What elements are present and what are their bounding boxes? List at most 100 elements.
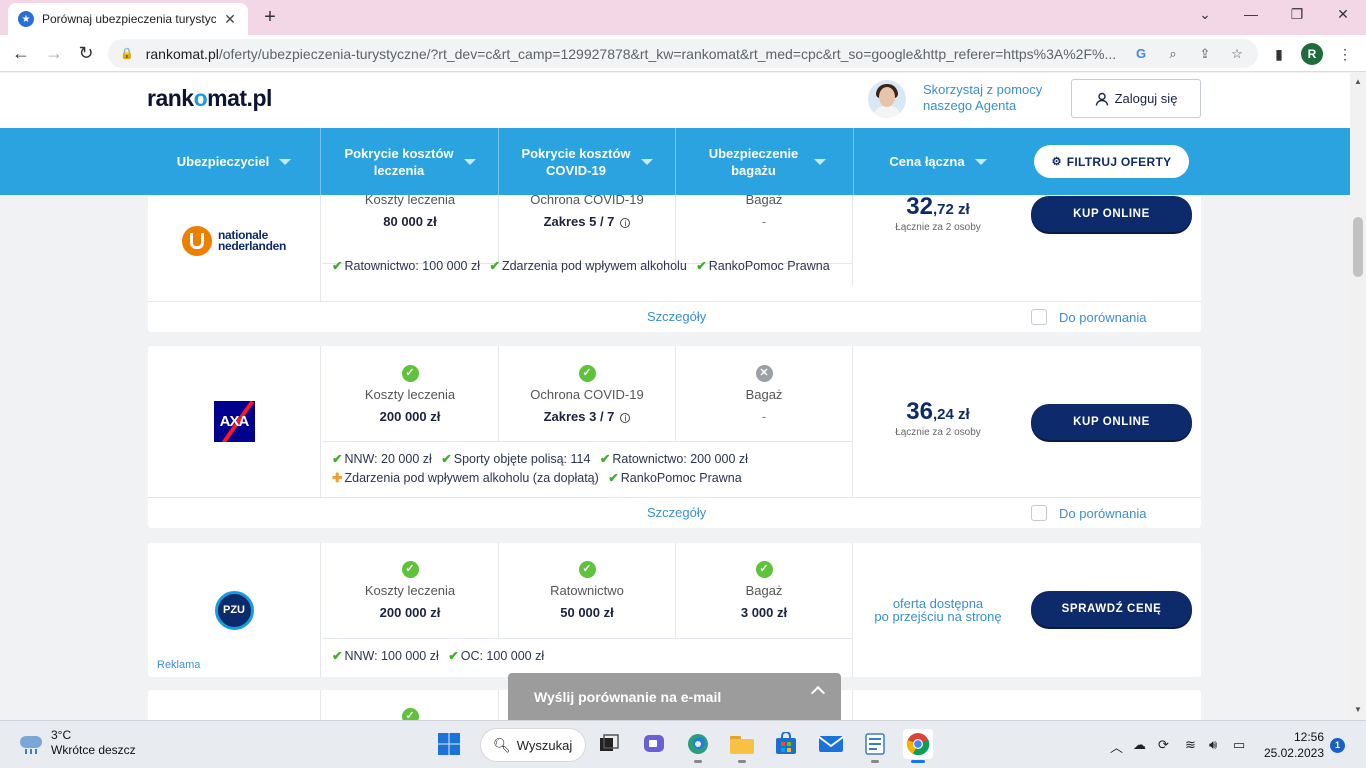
minimize-button[interactable]: —: [1236, 6, 1266, 22]
covid-scope: Zakres 5 / 7: [543, 214, 615, 229]
running-indicator: [871, 760, 879, 763]
new-tab-button[interactable]: +: [258, 6, 282, 30]
edge-browser-button[interactable]: [683, 729, 713, 763]
page-viewport: nationalenederlanden ✓ Koszty leczenia 8…: [0, 73, 1350, 720]
coverage-medical: ✓ Koszty leczenia 200 000 zł: [322, 543, 499, 639]
browser-tab[interactable]: ★ Porównaj ubezpieczenia turystyc ✕: [8, 3, 248, 35]
volume-icon[interactable]: 🔊︎: [1209, 737, 1217, 753]
file-explorer-button[interactable]: [727, 729, 757, 763]
folder-icon: [730, 736, 754, 754]
coverage-label: Ratownictwo: [550, 583, 624, 598]
chevron-up-icon[interactable]: [810, 685, 826, 701]
menu-dots-icon[interactable]: ⋮: [1334, 43, 1356, 65]
agent-help-link[interactable]: Skorzystaj z pomocy naszego Agenta: [923, 82, 1042, 114]
lock-icon: 🔒: [120, 48, 134, 60]
google-lens-icon[interactable]: G: [1132, 46, 1150, 61]
taskbar-search[interactable]: 🔍︎ Wyszukaj: [480, 728, 586, 762]
check-icon: ✔: [448, 649, 459, 663]
sort-caret-icon: [464, 158, 476, 165]
system-clock[interactable]: 12:56 25.02.2023: [1262, 729, 1324, 761]
rankomat-logo[interactable]: rankomat.pl: [147, 85, 272, 112]
share-icon[interactable]: ⇪: [1196, 46, 1214, 62]
check-icon: ✔: [608, 471, 619, 485]
url-host: rankomat.pl: [145, 45, 219, 62]
bookmark-star-icon[interactable]: ☆: [1228, 46, 1246, 62]
agent-avatar[interactable]: [868, 80, 906, 118]
check-price-button[interactable]: SPRAWDŹ CENĘ: [1031, 591, 1192, 627]
feature-item: ✔ NNW: 100 000 zł: [332, 649, 439, 663]
scroll-thumb[interactable]: [1353, 217, 1363, 277]
forward-arrow-icon[interactable]: →: [43, 42, 65, 64]
show-hidden-icons-chevron-icon[interactable]: ︿: [1110, 737, 1123, 756]
mail-button[interactable]: [816, 729, 846, 759]
reload-icon[interactable]: ↻: [75, 42, 97, 64]
compare-checkbox[interactable]: Do porównania: [1031, 505, 1146, 521]
card-footer: Szczegóły Do porównania: [148, 301, 1201, 332]
microsoft-store-button[interactable]: [771, 729, 801, 759]
tab-title: Porównaj ubezpieczenia turystyc: [42, 12, 216, 26]
pzu-logo: PZU: [214, 590, 254, 630]
redirect-line: po przejściu na stronę: [874, 609, 1002, 624]
info-icon[interactable]: i: [620, 413, 631, 423]
page-scrollbar[interactable]: ▲ ▼: [1350, 73, 1366, 720]
coverage-value: -: [761, 409, 767, 424]
coverage-rescue: ✓ Ratownictwo 50 000 zł: [499, 543, 676, 639]
sort-luggage[interactable]: Ubezpieczenie bagażu: [676, 128, 854, 195]
details-link[interactable]: Szczegóły: [647, 505, 706, 520]
temperature: 3°C: [51, 728, 72, 742]
email-comparison-bar[interactable]: Wyślij porównanie na e-mail: [508, 673, 841, 720]
sort-caret-icon: [813, 158, 826, 165]
address-bar[interactable]: 🔒 rankomat.pl/oferty/ubezpieczenia-turys…: [108, 39, 1258, 68]
checkbox-icon[interactable]: [1031, 309, 1047, 325]
sort-insurer[interactable]: Ubezpieczyciel: [148, 128, 321, 195]
check-circle-icon: ✓: [755, 561, 773, 578]
weather-widget[interactable]: 3°C Wkrótce deszcz: [18, 728, 136, 758]
notepad-app-button[interactable]: [860, 729, 890, 763]
task-view-button[interactable]: [594, 729, 624, 759]
store-icon: [776, 732, 796, 754]
side-panel-icon[interactable]: ▮: [1268, 43, 1290, 65]
axa-logo: AXA: [213, 401, 255, 442]
wifi-icon[interactable]: ≋: [1185, 737, 1196, 753]
url-path: /oferty/ubezpieczenia-turystyczne/?rt_de…: [218, 45, 1117, 62]
filter-offers-button[interactable]: ⚙ FILTRUJ OFERTY: [1034, 145, 1189, 178]
checkbox-icon[interactable]: [1031, 505, 1047, 521]
start-button[interactable]: [434, 729, 464, 759]
tab-search-chevron-icon[interactable]: ⌄: [1190, 6, 1220, 23]
feature-item: ✔ NNW: 20 000 zł: [332, 452, 432, 466]
chrome-button[interactable]: [903, 729, 933, 763]
check-icon: ✔: [332, 259, 343, 273]
sort-covid-costs[interactable]: Pokrycie kosztów COVID-19: [499, 128, 676, 195]
notification-badge[interactable]: 1: [1330, 738, 1345, 753]
coverage-value: 80 000 zł: [383, 214, 437, 229]
details-link[interactable]: Szczegóły: [647, 309, 706, 324]
back-arrow-icon[interactable]: ←: [10, 42, 32, 64]
email-bar-label: Wyślij porównanie na e-mail: [534, 688, 722, 705]
scroll-up-icon[interactable]: ▲: [1350, 77, 1366, 86]
login-button[interactable]: Zaloguj się: [1071, 79, 1201, 118]
offer-card-axa: AXA ✓ Koszty leczenia 200 000 zł ✓ Ochro…: [148, 346, 1201, 528]
offer-card-nn: nationalenederlanden ✓ Koszty leczenia 8…: [148, 170, 1201, 332]
buy-online-button[interactable]: KUP ONLINE: [1031, 196, 1192, 232]
browser-toolbar: ← → ↻ 🔒 rankomat.pl/oferty/ubezpieczenia…: [0, 35, 1366, 72]
buy-online-button[interactable]: KUP ONLINE: [1031, 404, 1192, 440]
clock-date: 25.02.2023: [1263, 746, 1324, 760]
teams-chat-button[interactable]: [639, 729, 669, 759]
zoom-icon[interactable]: ⌕: [1164, 46, 1182, 62]
sort-medical-costs[interactable]: Pokrycie kosztów leczenia: [322, 128, 499, 195]
scroll-down-icon[interactable]: ▼: [1350, 705, 1366, 714]
profile-avatar[interactable]: R: [1301, 43, 1323, 65]
battery-icon[interactable]: ▭: [1233, 737, 1245, 753]
restore-button[interactable]: ❐: [1282, 6, 1312, 23]
network-status-icon[interactable]: ☁: [1133, 737, 1146, 753]
user-icon: [1095, 92, 1108, 106]
compare-label: Do porównania: [1059, 309, 1147, 325]
coverage-value: Zakres 3 / 7 i: [499, 409, 675, 424]
url-text[interactable]: rankomat.pl/oferty/ubezpieczenia-turysty…: [146, 46, 1118, 62]
compare-checkbox[interactable]: Do porównania: [1031, 309, 1146, 325]
tab-close-icon[interactable]: ✕: [222, 11, 238, 28]
close-window-button[interactable]: ✕: [1328, 6, 1358, 23]
info-icon[interactable]: i: [620, 218, 631, 228]
sync-icon[interactable]: ⟳: [1158, 737, 1169, 753]
sort-total-price[interactable]: Cena łączna: [854, 128, 1022, 195]
